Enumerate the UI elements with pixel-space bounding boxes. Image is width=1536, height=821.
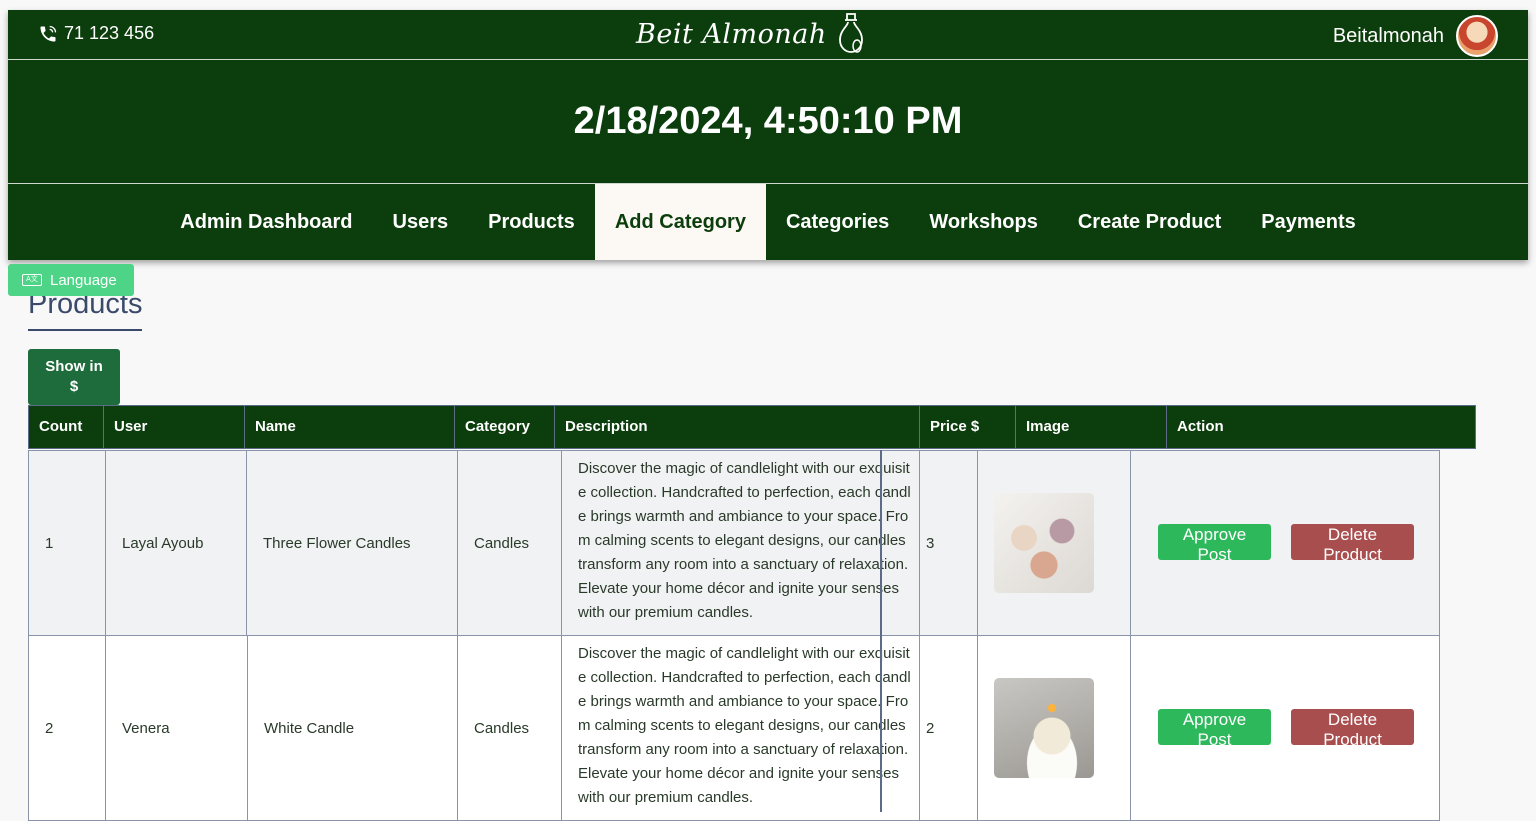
language-label: Language — [50, 271, 117, 289]
approve-post-button[interactable]: Approve Post — [1158, 709, 1271, 749]
cell-category: Candles — [458, 451, 562, 635]
nav-categories[interactable]: Categories — [766, 184, 909, 260]
cell-image — [978, 636, 1131, 820]
col-description: Description — [555, 406, 920, 448]
logo-text: Beit Almonah — [636, 18, 827, 50]
product-image[interactable] — [994, 678, 1094, 778]
col-action: Action — [1177, 418, 1224, 435]
nav-products[interactable]: Products — [468, 184, 595, 260]
approve-post-button[interactable]: Approve Post — [1158, 524, 1271, 564]
col-name: Name — [245, 406, 455, 448]
cell-category: Candles — [458, 636, 562, 820]
nav-create-product[interactable]: Create Product — [1058, 184, 1241, 260]
nav-add-category[interactable]: Add Category — [594, 184, 766, 260]
table-header: Count User Name Category Description Pri… — [28, 405, 1476, 449]
cell-user: Layal Ayoub — [106, 451, 247, 635]
delete-product-button[interactable]: Delete Product — [1291, 709, 1414, 749]
site-header: 71 123 456 Beit Almonah Beitalmonah 2/18… — [8, 10, 1528, 260]
cell-action: Approve Post Delete Product — [1131, 636, 1439, 820]
col-image: Image — [1016, 406, 1167, 448]
phone-number: 71 123 456 — [64, 23, 155, 43]
currency-line2: $ — [69, 378, 79, 395]
bottle-icon — [838, 13, 863, 53]
product-image[interactable] — [994, 493, 1094, 593]
nav-users[interactable]: Users — [373, 184, 469, 260]
cell-count: 2 — [29, 636, 106, 820]
cell-name: Three Flower Candles — [247, 451, 458, 635]
avatar[interactable] — [1456, 15, 1498, 57]
phone-contact[interactable]: 71 123 456 — [38, 23, 154, 44]
col-category: Category — [455, 406, 555, 448]
currency-line1: Show in — [45, 358, 103, 375]
cell-count: 1 — [29, 451, 106, 635]
table-row: 2 Venera White Candle Candles Discover t… — [28, 635, 1440, 821]
top-bar: 71 123 456 Beit Almonah Beitalmonah — [8, 10, 1528, 60]
cell-price: 3 — [920, 451, 978, 635]
brand-logo[interactable]: Beit Almonah — [636, 12, 869, 56]
user-menu[interactable]: Beitalmonah — [1333, 15, 1498, 57]
main-nav: Admin Dashboard Users Products Add Categ… — [8, 184, 1528, 260]
nav-admin-dashboard[interactable]: Admin Dashboard — [160, 184, 372, 260]
cell-image — [978, 451, 1131, 635]
description-text: Discover the magic of candlelight with o… — [578, 645, 911, 806]
col-user: User — [104, 406, 245, 448]
col-count: Count — [29, 406, 104, 448]
cell-description: Discover the magic of candlelight with o… — [562, 451, 920, 635]
cell-price: 2 — [920, 636, 978, 820]
delete-product-button[interactable]: Delete Product — [1291, 524, 1414, 564]
nav-payments[interactable]: Payments — [1241, 184, 1376, 260]
cell-action: Approve Post Delete Product — [1131, 451, 1439, 635]
translate-icon: A文 — [22, 274, 42, 286]
language-button[interactable]: A文 Language — [8, 264, 134, 296]
table-row: 1 Layal Ayoub Three Flower Candles Candl… — [28, 450, 1440, 636]
col-price: Price $ — [920, 406, 1016, 448]
cell-description: Discover the magic of candlelight with o… — [562, 636, 920, 820]
cell-user: Venera — [106, 636, 248, 820]
show-in-dollar-button[interactable]: Show in $ — [28, 349, 120, 405]
cell-name: White Candle — [248, 636, 458, 820]
current-datetime: 2/18/2024, 4:50:10 PM — [8, 60, 1528, 184]
column-divider — [880, 450, 882, 812]
phone-icon — [40, 25, 57, 41]
username: Beitalmonah — [1332, 24, 1444, 47]
nav-workshops[interactable]: Workshops — [909, 184, 1058, 260]
description-text: Discover the magic of candlelight with o… — [578, 460, 911, 621]
